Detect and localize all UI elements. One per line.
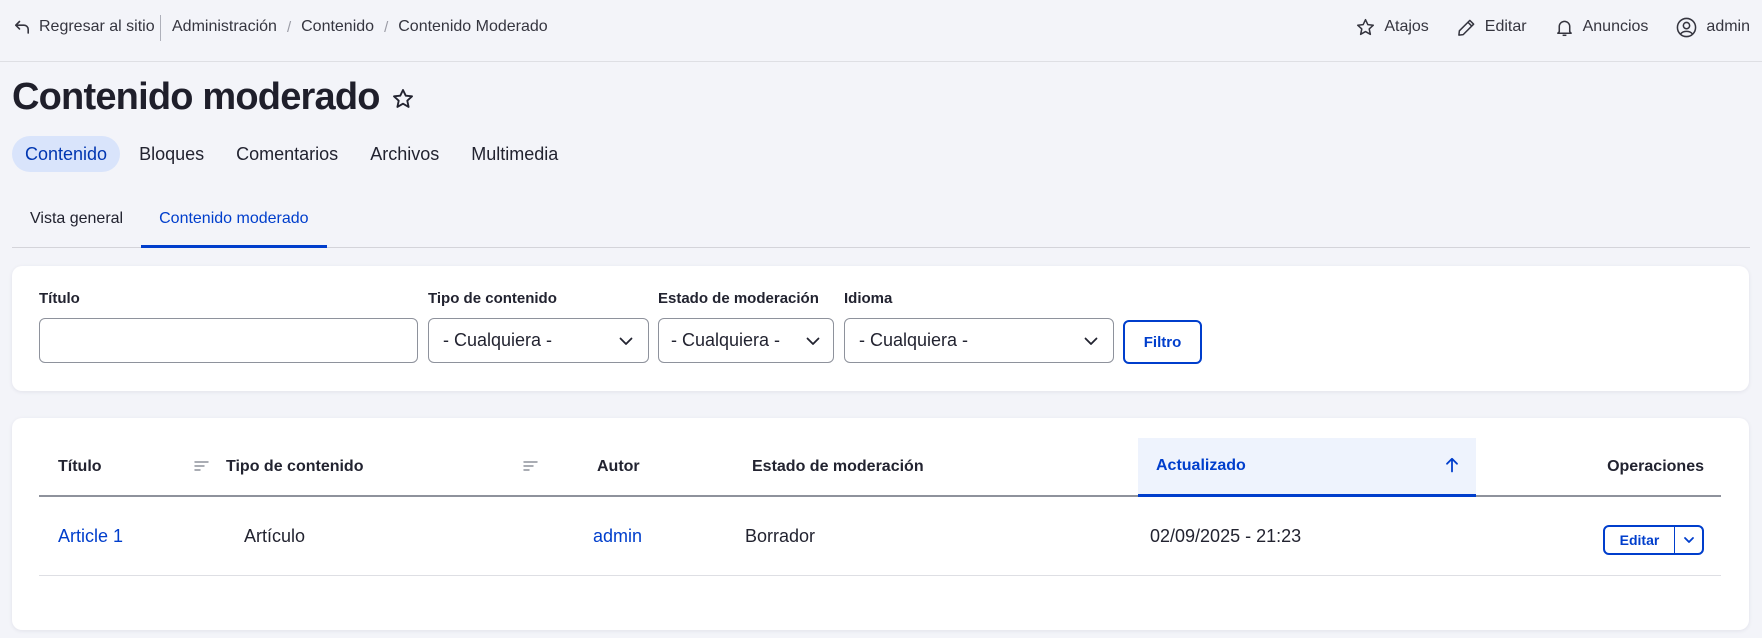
breadcrumb-separator: /	[286, 18, 292, 36]
language-select-value: - Cualquiera -	[859, 330, 969, 350]
breadcrumb-separator: /	[384, 18, 389, 36]
row-title-link[interactable]: Article 1	[58, 526, 123, 547]
column-updated-label: Actualizado	[1156, 457, 1246, 474]
title-filter-label: Título	[39, 290, 80, 307]
row-type-cell: Artículo	[244, 525, 306, 546]
chevron-down-icon	[618, 333, 634, 349]
bell-icon	[1555, 18, 1574, 37]
row-title-cell: Article 1	[58, 497, 123, 575]
content-type-filter-label: Tipo de contenido	[428, 290, 557, 307]
operations-toggle[interactable]	[1675, 527, 1702, 553]
tab-archivos[interactable]: Archivos	[357, 136, 452, 172]
primary-tabs: Contenido Bloques Comentarios Archivos M…	[12, 136, 577, 172]
column-state-label: Estado de moderación	[752, 457, 924, 475]
toolbar-actions: Atajos Editar Anuncios admin	[1328, 16, 1750, 38]
edit-label: Editar	[1484, 18, 1527, 35]
moderation-state-select-value: - Cualquiera -	[671, 330, 781, 350]
chevron-down-icon	[1683, 534, 1695, 546]
toolbar-divider	[160, 15, 161, 41]
user-menu-button[interactable]: admin	[1676, 17, 1750, 38]
tab-contenido-moderado[interactable]: Contenido moderado	[141, 198, 327, 248]
breadcrumb-item-current: Contenido Moderado	[398, 18, 548, 35]
column-header-title[interactable]: Título	[39, 438, 213, 495]
back-to-site-link[interactable]: Regresar al sitio	[14, 17, 155, 37]
row-edit-button[interactable]: Editar	[1605, 527, 1675, 553]
language-filter-label: Idioma	[844, 290, 893, 307]
announcements-button[interactable]: Anuncios	[1555, 18, 1649, 37]
content-type-select-value: - Cualquiera -	[443, 330, 553, 350]
moderation-filter-label: Estado de moderación	[658, 290, 819, 307]
operations-dropbutton: Editar	[1603, 525, 1704, 555]
column-operations-label: Operaciones	[1607, 457, 1704, 475]
announcements-label: Anuncios	[1582, 18, 1649, 35]
user-label: admin	[1706, 18, 1750, 35]
shortcuts-button[interactable]: Atajos	[1356, 18, 1429, 37]
back-to-site-label: Regresar al sitio	[39, 18, 155, 35]
arrow-up-icon	[1445, 457, 1459, 473]
row-author-cell: admin	[593, 497, 642, 575]
tab-comentarios[interactable]: Comentarios	[223, 136, 351, 172]
title-filter-group: Título	[39, 289, 418, 363]
tab-bloques[interactable]: Bloques	[126, 136, 217, 172]
content-table-card: Título Tipo de contenido Autor Estado de…	[12, 418, 1749, 630]
column-type-label: Tipo de contenido	[226, 457, 364, 475]
page-header: Contenido moderado	[12, 72, 414, 122]
sort-lines-icon	[523, 459, 538, 473]
content-type-select[interactable]: - Cualquiera -	[428, 318, 649, 363]
column-header-operations: Operaciones	[1564, 438, 1704, 495]
column-author-label: Autor	[597, 457, 640, 475]
table-row: Article 1 Artículo admin Borrador 02/09/…	[39, 497, 1721, 576]
language-filter-group: Idioma - Cualquiera -	[844, 289, 1114, 363]
moderation-filter-group: Estado de moderación - Cualquiera -	[658, 289, 834, 363]
column-title-label: Título	[58, 457, 102, 475]
breadcrumb-item-administracion[interactable]: Administración	[172, 18, 277, 36]
column-header-type[interactable]: Tipo de contenido	[226, 438, 561, 495]
tab-vista-general[interactable]: Vista general	[12, 198, 141, 248]
chevron-down-icon	[805, 333, 821, 349]
content-type-filter-group: Tipo de contenido - Cualquiera -	[428, 289, 649, 363]
page-title: Contenido moderado	[12, 75, 381, 118]
moderation-state-select[interactable]: - Cualquiera -	[658, 318, 834, 363]
row-author-link[interactable]: admin	[593, 526, 642, 547]
row-state-cell: Borrador	[745, 525, 816, 546]
column-header-updated[interactable]: Actualizado	[1138, 438, 1476, 497]
breadcrumb: Administración / Contenido / Contenido M…	[172, 17, 548, 37]
row-updated-cell: 02/09/2025 - 21:23	[1150, 525, 1302, 546]
return-arrow-icon	[14, 19, 30, 35]
add-shortcut-star-icon[interactable]	[392, 88, 414, 110]
chevron-down-icon	[1083, 333, 1099, 349]
tab-contenido[interactable]: Contenido	[12, 136, 121, 172]
edit-button[interactable]: Editar	[1457, 18, 1527, 37]
secondary-tabs: Vista general Contenido moderado	[12, 198, 1750, 248]
sort-lines-icon	[194, 459, 209, 473]
filter-submit-button[interactable]: Filtro	[1123, 320, 1202, 364]
title-filter-input[interactable]	[39, 318, 418, 363]
tab-multimedia[interactable]: Multimedia	[458, 136, 571, 172]
language-select[interactable]: - Cualquiera -	[844, 318, 1114, 363]
shortcuts-label: Atajos	[1384, 18, 1429, 35]
pencil-icon	[1457, 18, 1476, 37]
user-avatar-icon	[1676, 17, 1697, 38]
column-header-author: Autor	[597, 438, 697, 495]
filter-form: Título Tipo de contenido - Cualquiera - …	[12, 266, 1749, 391]
column-header-state[interactable]: Estado de moderación	[752, 438, 1162, 495]
star-icon	[1356, 18, 1375, 37]
breadcrumb-item-contenido[interactable]: Contenido	[301, 18, 374, 36]
admin-toolbar: Regresar al sitio Administración / Conte…	[0, 0, 1762, 62]
table-header: Título Tipo de contenido Autor Estado de…	[39, 438, 1721, 497]
